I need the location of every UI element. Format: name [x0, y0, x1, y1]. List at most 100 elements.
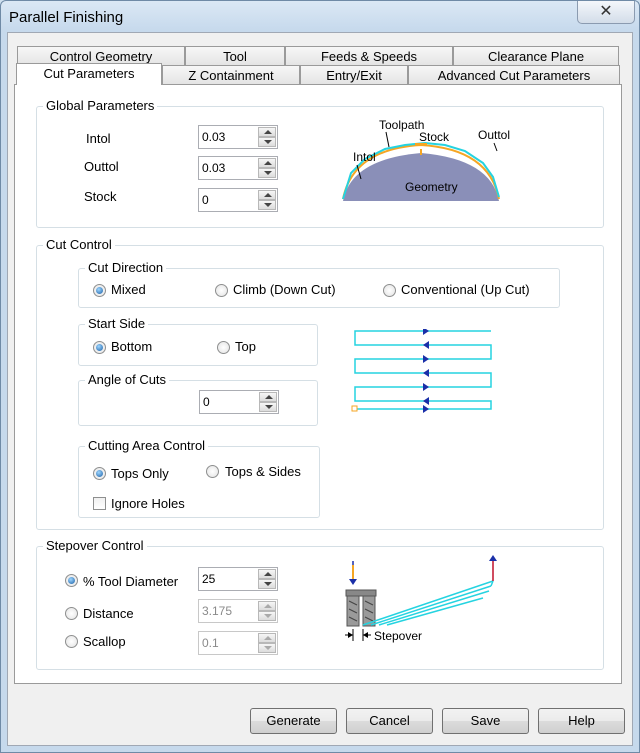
start-side-group: Start Side Bottom Top [78, 316, 318, 366]
spin-up-icon[interactable] [258, 127, 276, 137]
spin-down-icon[interactable] [258, 168, 276, 178]
top-radio[interactable] [217, 341, 230, 354]
stepover-text: Stepover [374, 629, 422, 643]
conventional-label: Conventional (Up Cut) [401, 282, 530, 297]
direction-arrow-icon [423, 397, 429, 405]
mixed-radio[interactable] [93, 284, 106, 297]
scallop-radio[interactable] [65, 635, 78, 648]
angle-of-cuts-legend: Angle of Cuts [85, 372, 170, 388]
scallop-spinbox[interactable]: 0.1 [198, 631, 278, 655]
tool-diameter-label: % Tool Diameter [83, 574, 179, 589]
stepover-control-group: Stepover Control % Tool Diameter 25 Dist… [36, 538, 604, 670]
spin-up-icon[interactable] [258, 190, 276, 200]
spin-up-icon[interactable] [258, 601, 276, 611]
climb-radio[interactable] [215, 284, 228, 297]
cutting-area-control-group: Cutting Area Control Tops Only Tops & Si… [78, 438, 320, 518]
angle-of-cuts-group: Angle of Cuts 0 [78, 372, 318, 426]
cancel-button[interactable]: Cancel [346, 708, 433, 734]
tab-feeds-speeds[interactable]: Feeds & Speeds [285, 46, 453, 65]
toolpath-text: Toolpath [379, 118, 424, 132]
intol-value: 0.03 [202, 130, 226, 144]
outtol-value: 0.03 [202, 161, 226, 175]
top-label: Top [235, 339, 256, 354]
tab-clearance-plane[interactable]: Clearance Plane [453, 46, 619, 65]
save-button[interactable]: Save [442, 708, 529, 734]
direction-arrow-icon [423, 355, 429, 363]
dimension-arrow-icon [348, 632, 353, 638]
distance-radio[interactable] [65, 607, 78, 620]
dimension-arrow-icon [363, 632, 368, 638]
tool-diameter-radio[interactable] [65, 574, 78, 587]
distance-spinbox[interactable]: 3.175 [198, 599, 278, 623]
spin-down-icon[interactable] [258, 137, 276, 147]
start-side-diagram [351, 329, 492, 413]
stock-spinbox[interactable]: 0 [198, 188, 278, 212]
outtol-label: Outtol [84, 159, 119, 174]
tolerance-diagram: Toolpath Stock Outtol Intol Geometry [342, 118, 510, 201]
outtol-spinbox[interactable]: 0.03 [198, 156, 278, 180]
tab-tool[interactable]: Tool [185, 46, 285, 65]
close-icon: ✕ [599, 3, 613, 20]
tops-sides-label: Tops & Sides [225, 464, 301, 479]
spin-down-icon[interactable] [259, 402, 277, 412]
cut-control-group: Cut Control Cut Direction Mixed Climb (D… [36, 237, 604, 530]
toolpath-pass-3 [378, 590, 490, 626]
title-bar: Parallel Finishing ✕ [1, 1, 639, 33]
spin-down-icon[interactable] [258, 579, 276, 589]
tops-sides-radio[interactable] [206, 465, 219, 478]
generate-button[interactable]: Generate [250, 708, 337, 734]
plunge-arrow-icon [349, 579, 357, 585]
spin-down-icon[interactable] [258, 643, 276, 653]
outtol-pointer [493, 142, 498, 152]
distance-value: 3.175 [202, 604, 233, 618]
cut-direction-legend: Cut Direction [85, 260, 167, 276]
bottom-label: Bottom [111, 339, 153, 354]
tab-advanced-cut-parameters[interactable]: Advanced Cut Parameters [408, 65, 620, 84]
bottom-radio[interactable] [93, 341, 106, 354]
ignore-holes-label: Ignore Holes [111, 496, 185, 511]
spin-up-icon[interactable] [258, 633, 276, 643]
intol-label: Intol [86, 131, 111, 146]
tops-only-label: Tops Only [111, 466, 169, 481]
angle-spinbox[interactable]: 0 [199, 390, 279, 414]
outtol-text: Outtol [478, 128, 510, 142]
toolpath-pass-2 [370, 585, 492, 626]
intol-spinbox[interactable]: 0.03 [198, 125, 278, 149]
start-point-marker [351, 405, 358, 412]
tab-panel: Global Parameters Intol 0.03 Outtol 0.03… [14, 84, 622, 684]
stock-value: 0 [202, 193, 209, 207]
tool-holder-shape [345, 589, 377, 597]
conventional-radio[interactable] [383, 284, 396, 297]
geometry-text: Geometry [405, 180, 458, 194]
close-button[interactable]: ✕ [577, 1, 635, 24]
start-side-legend: Start Side [85, 316, 149, 332]
cut-direction-group: Cut Direction Mixed Climb (Down Cut) Con… [78, 260, 560, 308]
global-parameters-legend: Global Parameters [43, 98, 158, 114]
ignore-holes-checkbox[interactable] [93, 497, 106, 510]
angle-value: 0 [203, 395, 210, 409]
direction-arrow-icon [423, 329, 429, 335]
direction-arrow-icon [423, 341, 429, 349]
climb-label: Climb (Down Cut) [233, 282, 336, 297]
tool-diameter-spinbox[interactable]: 25 [198, 567, 278, 591]
scallop-label: Scallop [83, 634, 126, 649]
tops-only-radio[interactable] [93, 467, 106, 480]
cut-control-legend: Cut Control [43, 237, 115, 253]
spin-up-icon[interactable] [258, 158, 276, 168]
tab-z-containment[interactable]: Z Containment [162, 65, 300, 84]
stepover-diagram: Stepover [345, 555, 497, 643]
toolpath-pointer [385, 131, 390, 148]
cutting-area-legend: Cutting Area Control [85, 438, 209, 454]
global-parameters-group: Global Parameters Intol 0.03 Outtol 0.03… [36, 98, 604, 228]
help-button[interactable]: Help [538, 708, 625, 734]
spin-down-icon[interactable] [258, 200, 276, 210]
tab-entry-exit[interactable]: Entry/Exit [300, 65, 408, 84]
spin-up-icon[interactable] [259, 392, 277, 402]
tab-cut-parameters[interactable]: Cut Parameters [16, 63, 162, 85]
intol-text: Intol [353, 150, 376, 164]
spin-up-icon[interactable] [258, 569, 276, 579]
stock-text: Stock [419, 130, 450, 144]
spin-down-icon[interactable] [258, 611, 276, 621]
direction-arrow-icon [423, 405, 429, 413]
direction-arrow-icon [423, 369, 429, 377]
